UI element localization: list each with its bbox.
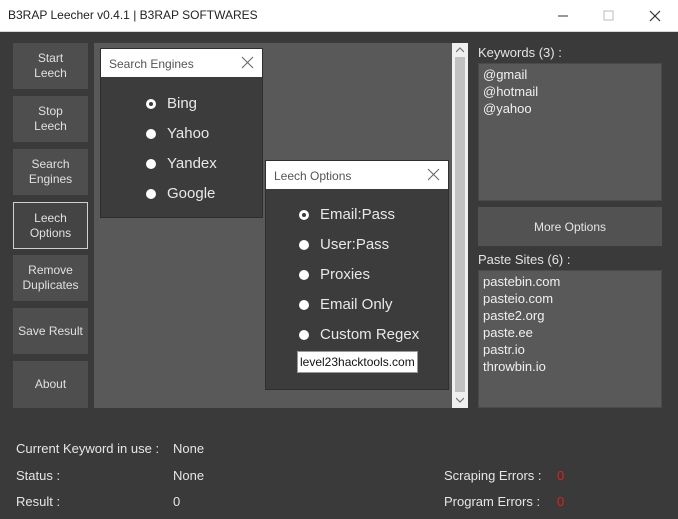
current-keyword-label: Current Keyword in use : xyxy=(16,441,160,456)
radio-yahoo[interactable]: Yahoo xyxy=(146,125,209,142)
radio-label: Email Only xyxy=(320,296,393,313)
minimize-icon xyxy=(558,15,568,17)
radio-selected-icon xyxy=(299,209,309,220)
leech-options-title: Leech Options xyxy=(274,169,352,183)
close-icon[interactable] xyxy=(241,56,254,69)
maximize-button[interactable] xyxy=(586,0,632,31)
list-item[interactable]: @yahoo xyxy=(483,100,657,117)
result-value: 0 xyxy=(173,494,181,509)
scroll-up-icon[interactable] xyxy=(456,47,464,53)
current-keyword-value: None xyxy=(173,441,205,456)
radio-icon xyxy=(299,299,309,310)
search-engines-button[interactable]: Search Engines xyxy=(13,149,88,195)
radio-label: Google xyxy=(167,185,216,202)
remove-duplicates-button[interactable]: Remove Duplicates xyxy=(13,255,88,301)
radio-icon xyxy=(146,188,156,199)
scrollbar-thumb[interactable] xyxy=(455,57,465,392)
list-item[interactable]: paste.ee xyxy=(483,324,657,341)
radio-user-pass[interactable]: User:Pass xyxy=(299,236,389,253)
list-item[interactable]: pasteio.com xyxy=(483,290,657,307)
radio-google[interactable]: Google xyxy=(146,185,215,202)
maximize-icon xyxy=(603,10,614,21)
radio-label: Custom Regex xyxy=(320,326,420,343)
program-errors-value: 0 xyxy=(557,494,565,509)
vertical-scrollbar[interactable] xyxy=(452,43,468,408)
radio-custom-regex[interactable]: Custom Regex xyxy=(299,326,419,343)
result-label: Result : xyxy=(16,494,61,509)
window-title: B3RAP Leecher v0.4.1 | B3RAP SOFTWARES xyxy=(8,8,258,22)
radio-email-only[interactable]: Email Only xyxy=(299,296,393,313)
minimize-button[interactable] xyxy=(540,0,586,31)
about-button[interactable]: About xyxy=(13,361,88,408)
scraping-errors-value: 0 xyxy=(557,468,565,483)
start-leech-button[interactable]: Start Leech xyxy=(13,43,88,89)
radio-icon xyxy=(146,128,156,139)
list-item[interactable]: pastebin.com xyxy=(483,273,657,290)
radio-label: Bing xyxy=(167,95,198,112)
leech-options-button[interactable]: Leech Options xyxy=(13,202,88,249)
list-item[interactable]: pastr.io xyxy=(483,341,657,358)
title-bar: B3RAP Leecher v0.4.1 | B3RAP SOFTWARES xyxy=(0,0,678,32)
radio-selected-icon xyxy=(146,98,156,109)
keywords-label: Keywords (3) : xyxy=(478,45,562,60)
close-button[interactable] xyxy=(632,0,678,31)
radio-label: Proxies xyxy=(320,266,371,283)
list-item[interactable]: @gmail xyxy=(483,66,657,83)
list-item[interactable]: @hotmail xyxy=(483,83,657,100)
custom-regex-input[interactable]: level23hacktools.com xyxy=(297,351,418,373)
radio-bing[interactable]: Bing xyxy=(146,95,197,112)
radio-yandex[interactable]: Yandex xyxy=(146,155,217,172)
radio-label: Yandex xyxy=(167,155,217,172)
radio-label: Email:Pass xyxy=(320,206,396,223)
program-errors-label: Program Errors : xyxy=(444,494,541,509)
list-item[interactable]: paste2.org xyxy=(483,307,657,324)
leech-options-header: Leech Options xyxy=(266,161,448,189)
stop-leech-button[interactable]: Stop Leech xyxy=(13,96,88,142)
paste-sites-label: Paste Sites (6) : xyxy=(478,252,571,267)
radio-email-pass[interactable]: Email:Pass xyxy=(299,206,395,223)
more-options-button[interactable]: More Options xyxy=(478,207,662,246)
scroll-down-icon[interactable] xyxy=(456,397,464,403)
search-engines-header: Search Engines xyxy=(101,49,262,77)
radio-icon xyxy=(299,239,309,250)
status-label: Status : xyxy=(16,468,61,483)
radio-label: User:Pass xyxy=(320,236,390,253)
radio-icon xyxy=(299,269,309,280)
save-result-button[interactable]: Save Result xyxy=(13,308,88,354)
radio-icon xyxy=(146,158,156,169)
status-value: None xyxy=(173,468,205,483)
close-icon[interactable] xyxy=(427,168,440,181)
radio-proxies[interactable]: Proxies xyxy=(299,266,370,283)
close-icon xyxy=(649,10,661,22)
search-engines-title: Search Engines xyxy=(109,57,194,71)
radio-label: Yahoo xyxy=(167,125,210,142)
paste-sites-list[interactable]: pastebin.com pasteio.com paste2.org past… xyxy=(478,270,662,408)
search-engines-panel: Search Engines Bing Yahoo Yandex Google xyxy=(100,48,263,218)
list-item[interactable]: throwbin.io xyxy=(483,358,657,375)
scraping-errors-label: Scraping Errors : xyxy=(444,468,542,483)
radio-icon xyxy=(299,329,309,340)
keywords-list[interactable]: @gmail @hotmail @yahoo xyxy=(478,63,662,201)
